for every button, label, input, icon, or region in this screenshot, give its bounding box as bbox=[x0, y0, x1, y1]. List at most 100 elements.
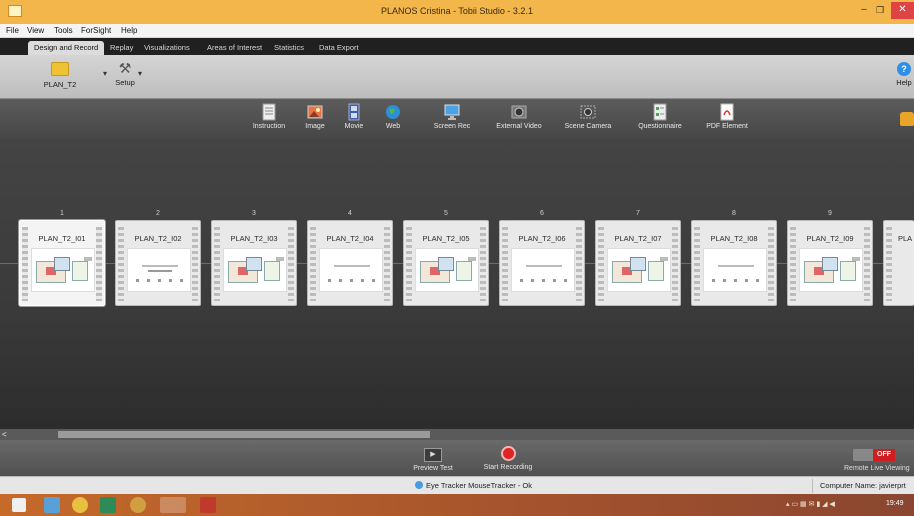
add-web-button[interactable]: Web bbox=[380, 103, 406, 130]
chrome-taskbar-icon[interactable] bbox=[72, 497, 88, 513]
slide-card[interactable]: PLAN_T2_I09 bbox=[787, 220, 873, 306]
recording-controls: ▶ Preview Test Start Recording bbox=[0, 440, 914, 476]
tab-statistics[interactable]: Statistics bbox=[268, 41, 310, 55]
web-icon bbox=[386, 105, 400, 119]
horizontal-scrollbar[interactable]: < bbox=[0, 429, 914, 440]
close-button[interactable]: ✕ bbox=[891, 2, 914, 19]
add-image-button[interactable]: Image bbox=[299, 103, 331, 130]
slide-card[interactable]: PLAN_T2_I05 bbox=[403, 220, 489, 306]
system-tray[interactable]: ▴ ▭ ▦ ✉ ▮ ◢ ◀ bbox=[786, 500, 882, 510]
maximize-button[interactable]: ❐ bbox=[874, 5, 886, 17]
slide-card[interactable]: PLAN_T2_I07 bbox=[595, 220, 681, 306]
taskbar: ▴ ▭ ▦ ✉ ▮ ◢ ◀ 19:49 bbox=[0, 494, 914, 516]
tab-data-export[interactable]: Data Export bbox=[313, 41, 365, 55]
start-recording-button[interactable]: Start Recording bbox=[478, 446, 538, 471]
status-bar: Eye Tracker MouseTracker - Ok Computer N… bbox=[0, 476, 914, 494]
floor-plan-thumbnail bbox=[415, 248, 479, 292]
external-video-label: External Video bbox=[496, 123, 542, 130]
add-questionnaire-button[interactable]: Questionnaire bbox=[629, 103, 691, 130]
tab-replay[interactable]: Replay bbox=[104, 41, 139, 55]
tab-visualizations[interactable]: Visualizations bbox=[138, 41, 196, 55]
slide-number: 2 bbox=[156, 210, 160, 217]
app-taskbar-icon[interactable] bbox=[130, 497, 146, 513]
question-thumbnail bbox=[511, 248, 575, 292]
add-pdf-element-button[interactable]: PDF Element bbox=[702, 103, 752, 130]
preview-icon: ▶ bbox=[424, 448, 442, 462]
pdf-element-icon bbox=[720, 103, 734, 121]
add-scene-camera-button[interactable]: Scene Camera bbox=[561, 103, 615, 130]
instruction-label: Instruction bbox=[252, 123, 286, 130]
slide-number: 6 bbox=[540, 210, 544, 217]
tab-areas-of-interest[interactable]: Areas of Interest bbox=[201, 41, 268, 55]
web-label: Web bbox=[385, 123, 401, 130]
slide-card[interactable]: PLAN_T2_I02 bbox=[115, 220, 201, 306]
slide-number: 4 bbox=[348, 210, 352, 217]
slide-card[interactable]: PLAN_T2_I04 bbox=[307, 220, 393, 306]
movie-icon bbox=[348, 103, 360, 121]
test-button[interactable]: PLAN_T2 bbox=[40, 62, 80, 89]
slide-card[interactable]: PLAN_T2_I03 bbox=[211, 220, 297, 306]
screen-rec-label: Screen Rec bbox=[433, 123, 471, 130]
slide-number: 8 bbox=[732, 210, 736, 217]
slide-number: 5 bbox=[444, 210, 448, 217]
slide-card[interactable]: PLA bbox=[883, 220, 914, 306]
slide-name: PLAN_T2_I08 bbox=[710, 234, 758, 243]
slide-card[interactable]: PLAN_T2_I06 bbox=[499, 220, 585, 306]
floor-plan-thumbnail bbox=[607, 248, 671, 292]
test-name-label: PLAN_T2 bbox=[43, 80, 77, 89]
question-thumbnail bbox=[319, 248, 383, 292]
image-icon bbox=[307, 105, 323, 119]
test-dropdown-arrow[interactable]: ▾ bbox=[103, 69, 107, 78]
menu-tools[interactable]: Tools bbox=[54, 26, 73, 35]
eye-tracker-status: Eye Tracker MouseTracker - Ok bbox=[415, 481, 532, 490]
add-movie-button[interactable]: Movie bbox=[338, 103, 370, 130]
floor-plan-thumbnail bbox=[223, 248, 287, 292]
lock-icon[interactable] bbox=[900, 112, 914, 126]
setup-label: Setup bbox=[115, 78, 135, 87]
help-button[interactable]: ? Help bbox=[894, 62, 914, 87]
element-toolbar: Instruction Image Movie Web Screen Rec E… bbox=[0, 99, 914, 139]
slide-card[interactable]: PLAN_T2_I01 bbox=[19, 220, 105, 306]
menu-file[interactable]: File bbox=[6, 26, 19, 35]
start-windows-icon[interactable] bbox=[12, 498, 26, 512]
help-label: Help bbox=[896, 78, 912, 87]
screen-rec-icon bbox=[444, 104, 460, 120]
computer-name: Computer Name: javierprt bbox=[820, 481, 906, 490]
setup-button[interactable]: ⚒ Setup bbox=[110, 60, 140, 87]
remote-live-viewing-label: Remote Live Viewing bbox=[844, 465, 910, 472]
slide-card[interactable]: PLAN_T2_I08 bbox=[691, 220, 777, 306]
slide-name: PLAN_T2_I01 bbox=[38, 234, 86, 243]
window-title: PLANOS Cristina - Tobii Studio - 3.2.1 bbox=[381, 6, 533, 16]
scrollbar-thumb[interactable] bbox=[58, 431, 430, 438]
remote-live-viewing-toggle[interactable]: OFF bbox=[853, 449, 895, 461]
movie-label: Movie bbox=[344, 123, 364, 130]
floor-plan-thumbnail bbox=[799, 248, 863, 292]
toggle-state: OFF bbox=[873, 449, 895, 461]
explorer-taskbar-icon[interactable] bbox=[44, 497, 60, 513]
question-thumbnail bbox=[127, 248, 191, 292]
help-icon: ? bbox=[897, 62, 911, 76]
tobii-studio-taskbar-icon[interactable] bbox=[160, 497, 186, 513]
menu-bar: File View Tools ForSight Help bbox=[0, 24, 914, 38]
preview-test-button[interactable]: ▶ Preview Test bbox=[408, 448, 458, 472]
menu-view[interactable]: View bbox=[27, 26, 44, 35]
excel-taskbar-icon[interactable] bbox=[100, 497, 116, 513]
scene-camera-label: Scene Camera bbox=[564, 123, 612, 130]
folder-icon bbox=[51, 62, 69, 76]
scroll-left-arrow-icon[interactable]: < bbox=[2, 429, 12, 440]
slide-name: PLAN_T2_I03 bbox=[230, 234, 278, 243]
slide-name: PLAN_T2_I05 bbox=[422, 234, 470, 243]
minimize-button[interactable]: – bbox=[858, 5, 870, 17]
add-screen-rec-button[interactable]: Screen Rec bbox=[428, 103, 476, 130]
menu-forsight[interactable]: ForSight bbox=[81, 26, 111, 35]
status-divider bbox=[812, 479, 813, 493]
tab-design-and-record[interactable]: Design and Record bbox=[28, 41, 105, 55]
add-external-video-button[interactable]: External Video bbox=[490, 103, 548, 130]
setup-dropdown-arrow[interactable]: ▾ bbox=[138, 69, 142, 78]
ribbon: PLAN_T2 ▾ ⚒ Setup ▾ ? Help bbox=[0, 55, 914, 99]
menu-help[interactable]: Help bbox=[121, 26, 137, 35]
film-edge bbox=[886, 227, 892, 301]
powerpoint-taskbar-icon[interactable] bbox=[200, 497, 216, 513]
preview-test-label: Preview Test bbox=[413, 465, 453, 472]
add-instruction-button[interactable]: Instruction bbox=[246, 103, 292, 130]
